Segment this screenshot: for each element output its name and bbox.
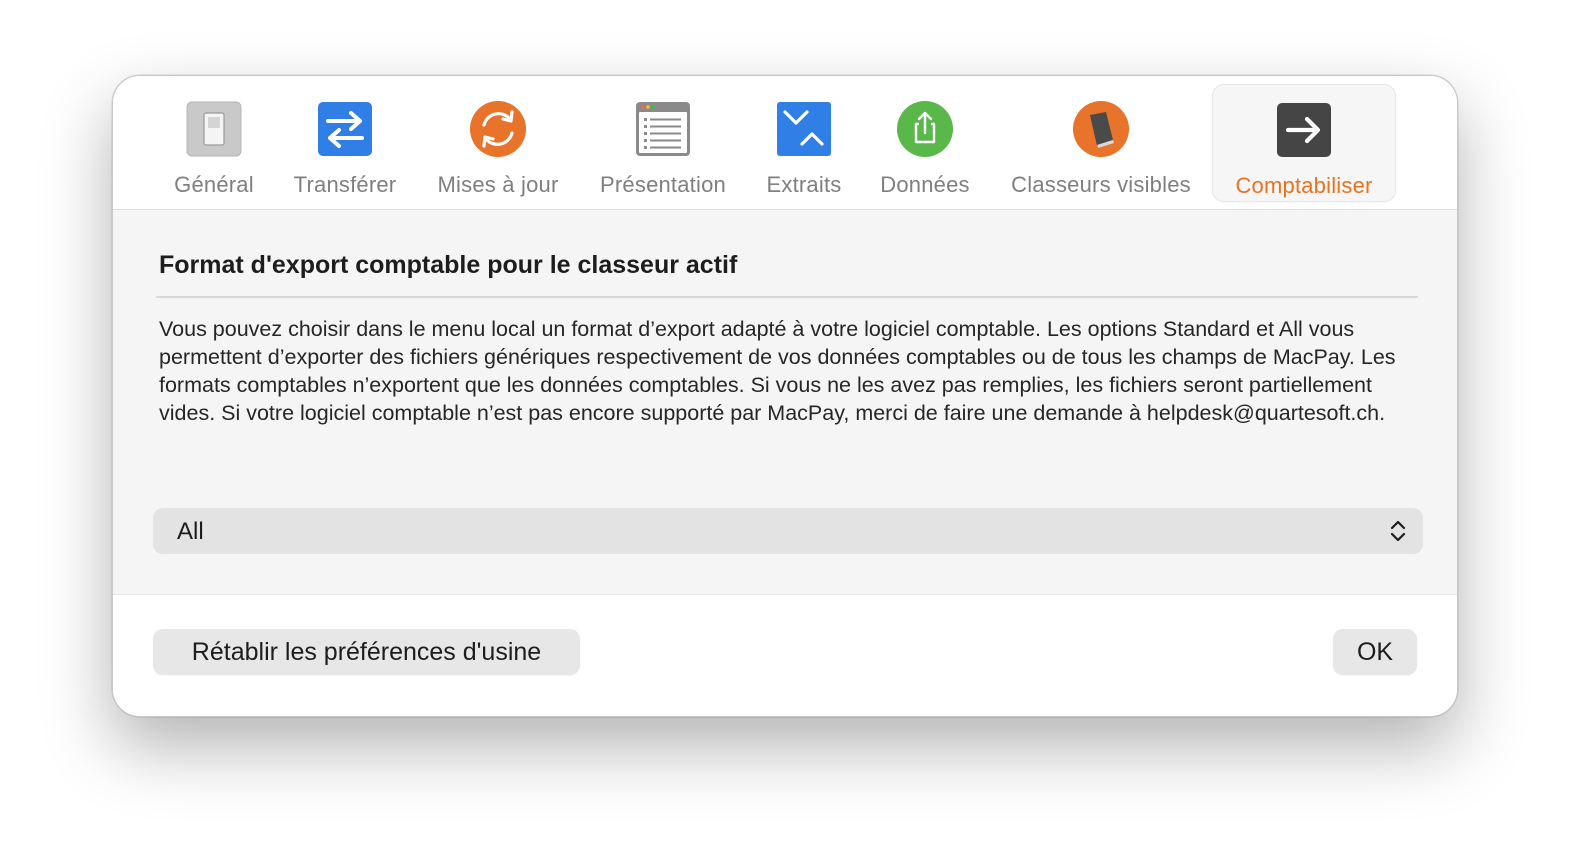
chevron-up-down-icon bbox=[1390, 520, 1406, 542]
ok-button[interactable]: OK bbox=[1333, 629, 1417, 675]
section-title: Format d'export comptable pour le classe… bbox=[159, 251, 738, 279]
tab-donnees-label: Données bbox=[880, 172, 970, 197]
envelope-icon bbox=[777, 102, 831, 156]
tab-donnees[interactable]: Données bbox=[875, 84, 975, 200]
tab-presentation[interactable]: Présentation bbox=[591, 84, 735, 200]
arrow-right-icon bbox=[1277, 103, 1331, 157]
tab-extraits[interactable]: Extraits bbox=[757, 84, 851, 200]
list-window-icon bbox=[636, 102, 690, 156]
section-divider bbox=[156, 296, 1418, 298]
tab-comptabiliser-label: Comptabiliser bbox=[1235, 173, 1373, 198]
tab-general[interactable]: Général bbox=[168, 84, 260, 200]
tab-comptabiliser[interactable]: Comptabiliser bbox=[1212, 84, 1396, 202]
switch-icon bbox=[186, 101, 242, 157]
tab-mises-a-jour[interactable]: Mises à jour bbox=[427, 84, 569, 200]
book-icon bbox=[1073, 101, 1129, 157]
tab-classeurs-visibles-label: Classeurs visibles bbox=[1011, 172, 1191, 197]
preferences-toolbar: Général Transférer Mises à jour Présenta… bbox=[113, 76, 1457, 210]
export-format-value: All bbox=[177, 518, 204, 545]
preferences-window: Général Transférer Mises à jour Présenta… bbox=[112, 75, 1458, 717]
transfer-arrows-icon bbox=[318, 102, 372, 156]
tab-mises-a-jour-label: Mises à jour bbox=[437, 172, 559, 197]
refresh-icon bbox=[470, 101, 526, 157]
share-icon bbox=[897, 101, 953, 157]
dialog-footer: Rétablir les préférences d'usine OK bbox=[113, 595, 1457, 716]
export-format-select[interactable]: All bbox=[153, 508, 1423, 554]
tab-transferer[interactable]: Transférer bbox=[285, 84, 405, 200]
tab-general-label: Général bbox=[174, 172, 254, 197]
tab-transferer-label: Transférer bbox=[293, 172, 397, 197]
tab-classeurs-visibles[interactable]: Classeurs visibles bbox=[1005, 84, 1197, 200]
tab-presentation-label: Présentation bbox=[600, 172, 726, 197]
section-description: Vous pouvez choisir dans le menu local u… bbox=[159, 317, 1396, 425]
comptabiliser-pane: Format d'export comptable pour le classe… bbox=[113, 210, 1457, 595]
tab-extraits-label: Extraits bbox=[766, 172, 842, 197]
reset-defaults-button[interactable]: Rétablir les préférences d'usine bbox=[153, 629, 580, 675]
